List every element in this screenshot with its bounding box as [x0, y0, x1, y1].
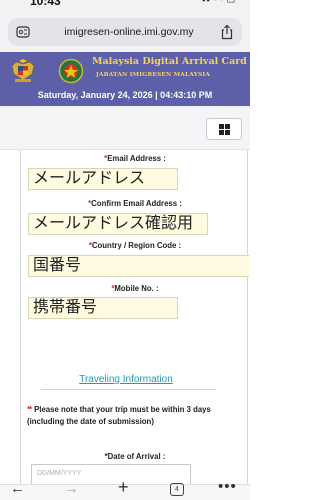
- status-bar: 10:43 ▪▪ ◠ ▭: [0, 0, 250, 12]
- menu-button[interactable]: [206, 118, 242, 140]
- banner-subtitle: JABATAN IMIGRESEN MALAYSIA: [96, 72, 211, 78]
- status-indicators: ▪▪ ◠ ▭: [202, 0, 236, 5]
- immigration-department-logo: [58, 58, 84, 84]
- malaysia-coat-of-arms-logo: [11, 59, 35, 82]
- mobile-field[interactable]: 携帯番号: [28, 297, 178, 319]
- email-label: *Email Address :: [104, 154, 166, 163]
- country-code-label: *Country / Region Code :: [88, 241, 182, 250]
- browser-toolbar: ← → + 4 •••: [0, 478, 250, 500]
- mobile-label: *Mobile No. :: [111, 284, 159, 293]
- email-field[interactable]: メールアドレス: [28, 168, 178, 190]
- share-icon[interactable]: [220, 24, 234, 40]
- arrival-date-label: *Date of Arrival :: [104, 452, 166, 461]
- new-tab-icon[interactable]: +: [118, 478, 129, 496]
- url-text[interactable]: imigresen-online.imi.gov.my: [44, 18, 214, 46]
- more-icon[interactable]: •••: [218, 479, 237, 495]
- banner-datetime: Saturday, January 24, 2026 | 04:43:10 PM: [37, 90, 213, 100]
- note-text: Please note that your trip must be withi…: [27, 405, 211, 426]
- url-field[interactable]: imigresen-online.imi.gov.my: [8, 18, 242, 46]
- banner-title: Malaysia Digital Arrival Card: [92, 56, 247, 67]
- browser-address-bar: imigresen-online.imi.gov.my: [0, 12, 250, 52]
- arrival-date-field[interactable]: DD/MM/YYYY: [31, 464, 191, 484]
- forward-arrow-icon[interactable]: →: [64, 481, 79, 497]
- note-marks: **: [27, 405, 32, 414]
- trip-window-note: ** Please note that your trip must be wit…: [27, 404, 235, 427]
- tab-count-button[interactable]: 4: [170, 483, 184, 496]
- country-code-field[interactable]: 国番号: [28, 255, 249, 277]
- page-settings-icon[interactable]: [16, 25, 30, 39]
- arrival-form: *Email Address : メールアドレス *Confirm Email …: [20, 150, 249, 484]
- back-arrow-icon[interactable]: ←: [10, 481, 25, 497]
- confirm-email-field[interactable]: メールアドレス確認用: [28, 213, 208, 235]
- menu-strip: [0, 106, 250, 150]
- section-divider: [41, 389, 216, 390]
- page-banner: Malaysia Digital Arrival Card JABATAN IM…: [0, 52, 250, 106]
- traveling-information-link[interactable]: Traveling Information: [21, 374, 231, 385]
- grid-menu-icon: [219, 124, 230, 135]
- confirm-email-label: *Confirm Email Address :: [88, 199, 182, 208]
- status-time: 10:43: [30, 0, 61, 8]
